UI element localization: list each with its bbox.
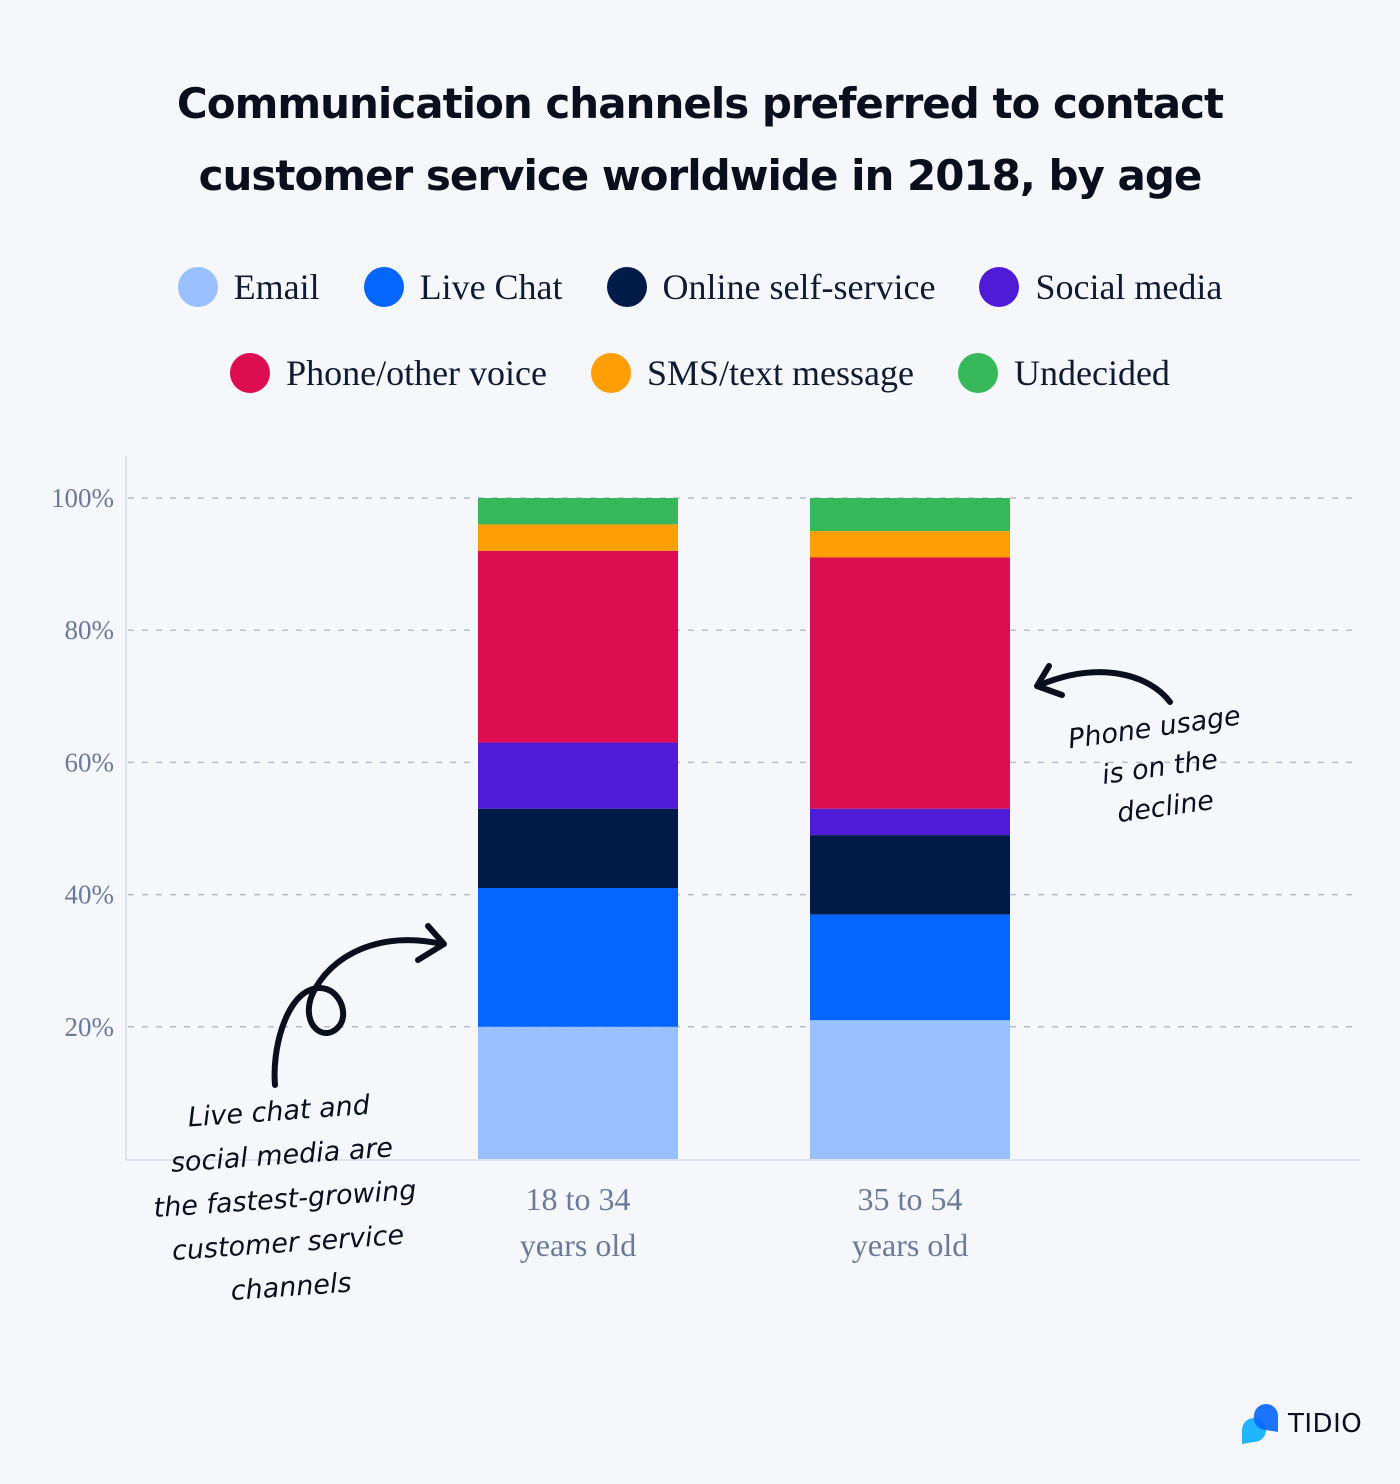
bars: 18 to 34 years old — Email: 20%18 to 34 … bbox=[478, 498, 1010, 1159]
y-tick-label: 80% bbox=[65, 615, 115, 645]
y-tick-labels: 20% 40% 60% 80% 100% bbox=[51, 483, 114, 1042]
bar-segment-sms-text-message: 35 to 54 years old — SMS/text message: 4… bbox=[810, 531, 1010, 558]
bar-segment-undecided: 35 to 54 years old — Undecided: 5% bbox=[810, 498, 1010, 532]
bar-segment-phone-other-voice: 35 to 54 years old — Phone/other voice: … bbox=[810, 557, 1010, 809]
bar-segment-live-chat: 18 to 34 years old — Live Chat: 21% bbox=[478, 887, 678, 1027]
x-tick-line: 18 to 34 bbox=[525, 1181, 631, 1217]
x-tick-label: 35 to 54 years old bbox=[780, 1176, 1040, 1268]
x-tick-line: 35 to 54 bbox=[857, 1181, 963, 1217]
bar-segment-online-self-service: 35 to 54 years old — Online self-service… bbox=[810, 835, 1010, 915]
live-chat-annotation: Live chat and social media are the faste… bbox=[128, 1080, 443, 1320]
bar-segment-undecided: 18 to 34 years old — Undecided: 4% bbox=[478, 498, 678, 525]
bar-segment-email: 18 to 34 years old — Email: 20% bbox=[478, 1026, 678, 1159]
tidio-logo: TIDIO bbox=[1240, 1404, 1362, 1444]
bar-segment-email: 35 to 54 years old — Email: 21% bbox=[810, 1020, 1010, 1159]
y-tick-label: 100% bbox=[51, 483, 114, 513]
annotation-arrows bbox=[271, 663, 1173, 1088]
bar-segment-live-chat: 35 to 54 years old — Live Chat: 16% bbox=[810, 914, 1010, 1021]
bar-segment-online-self-service: 18 to 34 years old — Online self-service… bbox=[478, 808, 678, 888]
brand-name: TIDIO bbox=[1288, 1409, 1363, 1439]
x-tick-line: years old bbox=[851, 1227, 969, 1263]
bar-segment-phone-other-voice: 18 to 34 years old — Phone/other voice: … bbox=[478, 550, 678, 743]
y-tick-label: 20% bbox=[65, 1012, 115, 1042]
phone-arrow-icon bbox=[1037, 669, 1173, 705]
y-tick-label: 40% bbox=[65, 880, 115, 910]
bar-segment-social-media: 18 to 34 years old — Social media: 10% bbox=[478, 742, 678, 809]
tidio-logo-icon bbox=[1242, 1404, 1278, 1444]
bar-segment-sms-text-message: 18 to 34 years old — SMS/text message: 4… bbox=[478, 524, 678, 551]
x-tick-label: 18 to 34 years old bbox=[448, 1176, 708, 1268]
y-tick-label: 60% bbox=[65, 747, 115, 777]
x-tick-line: years old bbox=[519, 1227, 637, 1263]
bar-segment-social-media: 35 to 54 years old — Social media: 4% bbox=[810, 808, 1010, 836]
